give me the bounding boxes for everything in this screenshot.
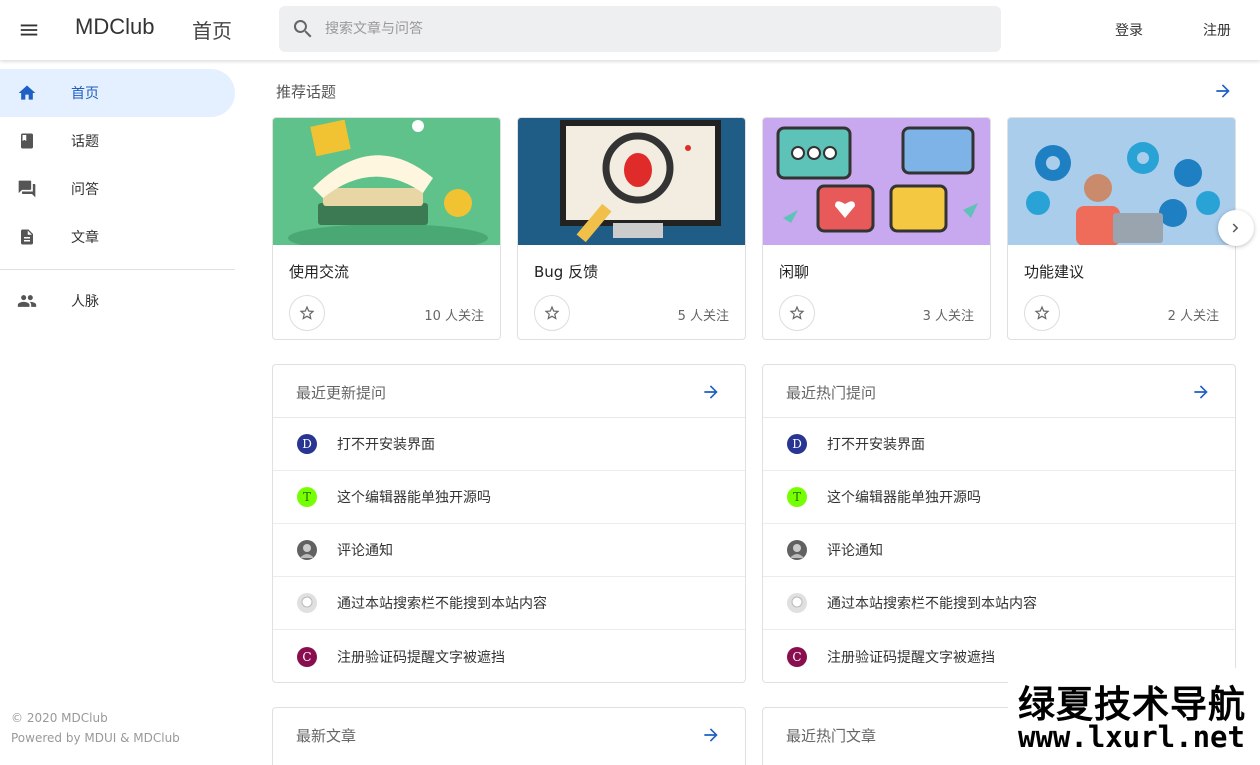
avatar: D	[297, 434, 317, 454]
question-row[interactable]: C 注册验证码提醒文字被遮挡	[273, 630, 745, 682]
avatar: T	[297, 487, 317, 507]
question-row[interactable]: T 这个编辑器能单独开源吗	[763, 471, 1235, 524]
question-title[interactable]: 通过本站搜索栏不能搜到本站内容	[337, 593, 547, 613]
question-row[interactable]: 评论通知	[763, 524, 1235, 577]
register-button[interactable]: 注册	[1203, 20, 1231, 40]
menu-icon[interactable]	[12, 13, 46, 47]
sidebar-item-people[interactable]: 人脉	[0, 277, 235, 325]
topic-name[interactable]: 闲聊	[779, 261, 809, 282]
search-input[interactable]	[325, 21, 925, 37]
sidebar-item-questions[interactable]: 问答	[0, 165, 235, 213]
sidebar-item-label: 人脉	[71, 294, 99, 310]
latest-articles-panel: 最新文章	[272, 707, 746, 765]
avatar	[297, 593, 317, 613]
recent-questions-panel: 最近更新提问 D 打不开安装界面 T 这个编辑器能单独开源吗 评论通知 通过本站…	[272, 364, 746, 683]
question-title[interactable]: 打不开安装界面	[337, 434, 435, 454]
star-icon[interactable]	[1024, 295, 1060, 331]
question-row[interactable]: 评论通知	[273, 524, 745, 577]
avatar: D	[787, 434, 807, 454]
question-title[interactable]: 注册验证码提醒文字被遮挡	[337, 647, 505, 667]
topic-card[interactable]: 功能建议 2 人关注	[1007, 117, 1236, 340]
arrow-right-icon[interactable]	[1213, 81, 1233, 101]
panel-title: 最近热门提问	[786, 384, 877, 402]
watermark-url: www.lxurl.net	[1018, 720, 1245, 754]
avatar	[787, 540, 807, 560]
people-icon	[16, 290, 38, 312]
avatar	[297, 540, 317, 560]
question-row[interactable]: T 这个编辑器能单独开源吗	[273, 471, 745, 524]
question-title[interactable]: 注册验证码提醒文字被遮挡	[827, 647, 995, 667]
question-title[interactable]: 通过本站搜索栏不能搜到本站内容	[827, 593, 1037, 613]
topic-card[interactable]: 使用交流 10 人关注	[272, 117, 501, 340]
book-icon	[16, 130, 38, 152]
sidebar: 首页 话题 问答 文章 人脉 © 2020 MDClub Powered by …	[0, 60, 245, 765]
topic-image	[518, 118, 745, 245]
avatar	[787, 593, 807, 613]
panel-title: 最近更新提问	[296, 384, 387, 402]
app-logo[interactable]: MDClub	[75, 14, 154, 40]
follower-count: 10 人关注	[424, 309, 484, 324]
follower-count: 5 人关注	[677, 309, 729, 324]
sidebar-item-label: 话题	[71, 134, 99, 150]
star-icon[interactable]	[779, 295, 815, 331]
topic-card[interactable]: 闲聊 3 人关注	[762, 117, 991, 340]
question-title[interactable]: 这个编辑器能单独开源吗	[337, 487, 491, 507]
topic-card[interactable]: Bug 反馈 5 人关注	[517, 117, 746, 340]
login-button[interactable]: 登录	[1115, 20, 1143, 40]
topic-name[interactable]: 使用交流	[289, 261, 349, 282]
sidebar-divider	[0, 269, 235, 270]
arrow-right-icon[interactable]	[701, 382, 721, 402]
sidebar-item-label: 文章	[71, 230, 99, 246]
topic-name[interactable]: 功能建议	[1024, 261, 1084, 282]
copyright-text: © 2020 MDClub	[11, 711, 108, 725]
topic-image	[273, 118, 500, 245]
sidebar-item-label: 问答	[71, 182, 99, 198]
sidebar-item-articles[interactable]: 文章	[0, 213, 235, 261]
follower-count: 2 人关注	[1167, 309, 1219, 324]
sidebar-item-home[interactable]: 首页	[0, 69, 235, 117]
panel-title: 最近热门文章	[786, 727, 877, 745]
home-icon	[16, 82, 38, 104]
panel-header: 最近热门提问	[763, 365, 1235, 418]
search-icon[interactable]	[291, 17, 315, 41]
forum-icon	[16, 178, 38, 200]
avatar: C	[297, 646, 317, 667]
question-title[interactable]: 评论通知	[337, 540, 393, 560]
star-icon[interactable]	[534, 295, 570, 331]
arrow-right-icon[interactable]	[701, 725, 721, 745]
app-header: MDClub 首页 登录 注册	[0, 0, 1260, 60]
section-title-topics: 推荐话题	[276, 83, 337, 101]
hot-questions-panel: 最近热门提问 D 打不开安装界面 T 这个编辑器能单独开源吗 评论通知 通过本站…	[762, 364, 1236, 683]
star-icon[interactable]	[289, 295, 325, 331]
question-title[interactable]: 这个编辑器能单独开源吗	[827, 487, 981, 507]
arrow-right-icon[interactable]	[1191, 382, 1211, 402]
article-icon	[16, 226, 38, 248]
sidebar-item-topics[interactable]: 话题	[0, 117, 235, 165]
sidebar-item-label: 首页	[71, 86, 99, 102]
question-row[interactable]: 通过本站搜索栏不能搜到本站内容	[273, 577, 745, 630]
search-bar[interactable]	[279, 6, 1001, 52]
panel-title: 最新文章	[296, 727, 357, 745]
topic-image	[1008, 118, 1235, 245]
watermark: 绿夏技术导航 www.lxurl.net	[1008, 668, 1260, 765]
topic-name[interactable]: Bug 反馈	[534, 261, 598, 282]
powered-by-text: Powered by MDUI & MDClub	[11, 731, 180, 745]
panel-header: 最近更新提问	[273, 365, 745, 418]
question-title[interactable]: 评论通知	[827, 540, 883, 560]
question-row[interactable]: 通过本站搜索栏不能搜到本站内容	[763, 577, 1235, 630]
follower-count: 3 人关注	[922, 309, 974, 324]
avatar: C	[787, 646, 807, 667]
question-row[interactable]: D 打不开安装界面	[763, 418, 1235, 471]
page-title: 首页	[192, 19, 232, 43]
avatar: T	[787, 487, 807, 507]
question-title[interactable]: 打不开安装界面	[827, 434, 925, 454]
question-row[interactable]: D 打不开安装界面	[273, 418, 745, 471]
topic-image	[763, 118, 990, 245]
chevron-right-icon[interactable]	[1218, 210, 1254, 246]
